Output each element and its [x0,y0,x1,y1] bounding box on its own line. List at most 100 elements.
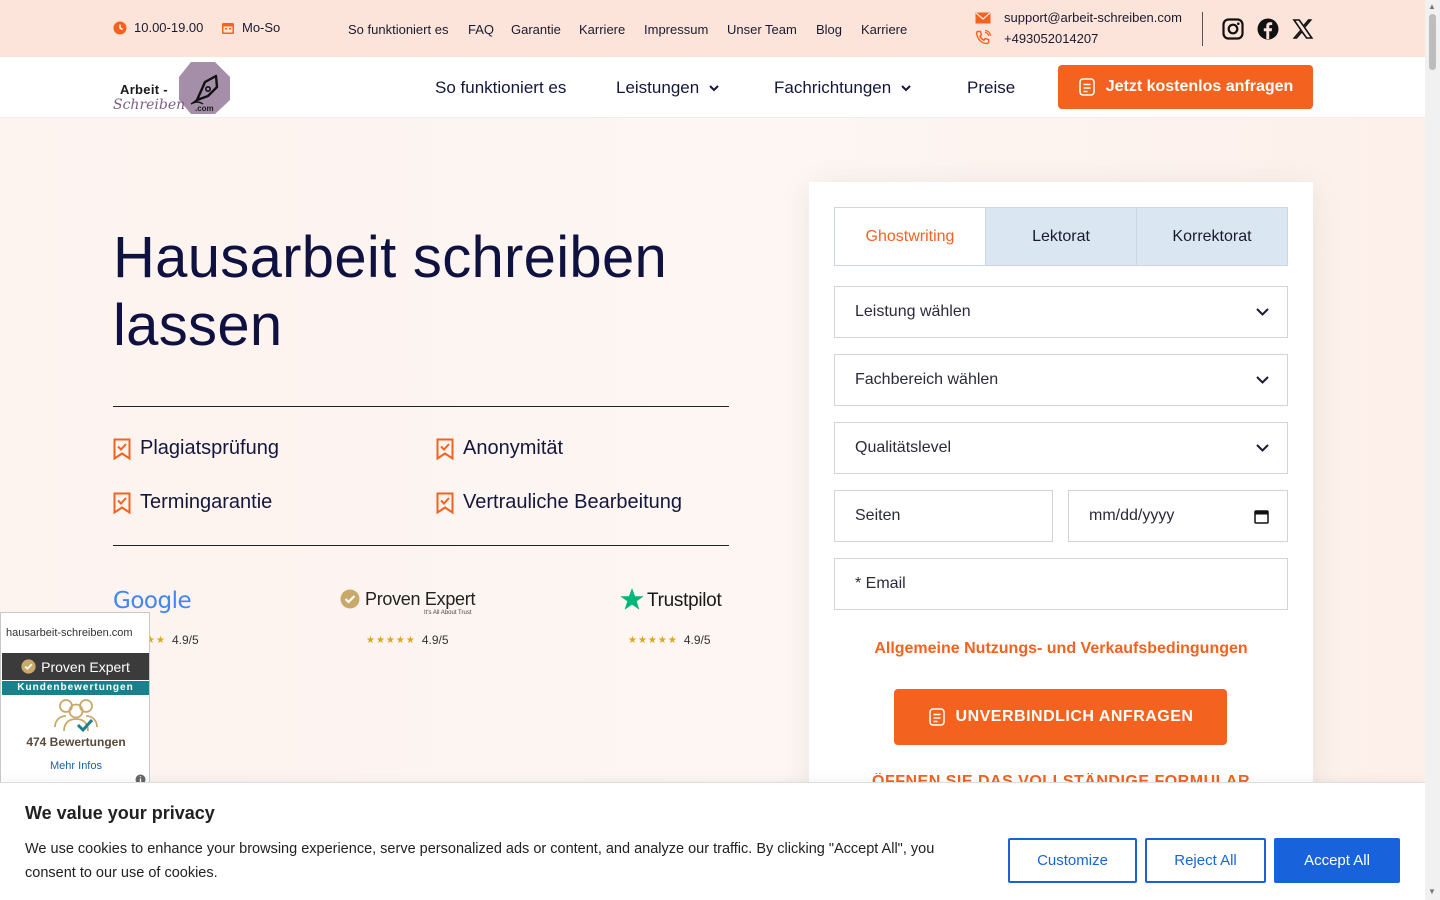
request-free-button[interactable]: Jetzt kostenlos anfragen [1058,65,1313,109]
quality-select-value: Qualitätslevel [855,439,952,456]
widget-strip: Kundenbewertungen [2,681,149,695]
tab-korrektorat[interactable]: Korrektorat [1136,208,1287,265]
topbar-link-guarantee[interactable]: Garantie [511,22,561,37]
star-icons: ★★★★★ [366,634,416,646]
cookie-customize-button[interactable]: Customize [1008,838,1137,883]
tab-ghostwriting[interactable]: Ghostwriting [835,208,985,265]
site-logo[interactable]: Arbeit - Schreiben .com [113,60,231,114]
cookie-reject-button[interactable]: Reject All [1145,838,1266,883]
provenexpert-widget[interactable]: hausarbeit-schreiben.com Proven Expert K… [0,612,151,785]
subject-select[interactable]: Fachbereich wählen [834,354,1288,406]
nav-link-services[interactable]: Leistungen [616,78,719,98]
feature-label: Plagiatsprüfung [140,437,279,459]
mail-icon [975,12,991,23]
cookie-accept-button[interactable]: Accept All [1274,838,1400,883]
google-logo[interactable]: Google [113,588,192,614]
divider-top [113,406,729,407]
days-text: Mo-So [242,20,281,35]
scroll-down-arrow-icon[interactable]: ▼ [1428,887,1436,896]
submit-request-button[interactable]: UNVERBINDLICH ANFRAGEN [894,689,1227,745]
feature-anonymity: Anonymität [436,437,563,460]
terms-link[interactable]: Allgemeine Nutzungs- und Verkaufsbedingu… [834,640,1288,658]
chevron-down-icon [709,84,719,91]
trustpilot-star-icon [620,588,644,610]
chevron-down-icon [901,84,911,91]
topbar-link-faq[interactable]: FAQ [468,22,494,37]
phone-icon [975,30,991,45]
pages-input[interactable]: Seiten [834,490,1053,542]
calendar-icon [222,22,234,34]
calendar-icon[interactable] [1254,509,1269,524]
topbar-link-career[interactable]: Karriere [579,22,625,37]
provenexpert-logo[interactable]: Proven Expert It's All About Trust [340,588,490,620]
opening-hours: 10.00-19.00 [113,20,203,35]
check-badge-icon [21,659,36,674]
page-title: Hausarbeit schreiben lassen [113,225,668,358]
trustpilot-brand: Trustpilot [647,590,722,611]
topbar-link-blog[interactable]: Blog [816,22,842,37]
contact-email[interactable]: support@arbeit-schreiben.com [975,10,1182,25]
feature-label: Anonymität [463,437,564,459]
feature-deadline-guarantee: Termingarantie [113,491,272,514]
service-select[interactable]: Leistung wählen [834,286,1288,338]
nav-label-subjects: Fachrichtungen [774,78,892,97]
deadline-date-input[interactable]: mm/dd/yyyy [1068,490,1288,542]
bookmark-check-icon [113,438,131,460]
logo-line2: Schreiben [113,97,186,113]
star-icons: ★★★★★ [628,634,678,646]
rating-score: 4.9/5 [421,633,449,647]
request-free-label: Jetzt kostenlos anfragen [1105,78,1294,95]
email-placeholder: * Email [855,575,906,592]
cookie-title: We value your privacy [25,803,215,823]
nav-link-how-it-works[interactable]: So funktioniert es [435,78,566,98]
cookie-consent-banner: We value your privacy We use cookies to … [0,782,1425,900]
scroll-up-arrow-icon[interactable]: ▲ [1428,2,1436,11]
bookmark-check-icon [113,492,131,514]
date-placeholder: mm/dd/yyyy [1089,507,1175,524]
topbar-link-imprint[interactable]: Impressum [644,22,708,37]
trustpilot-logo[interactable]: Trustpilot [620,587,732,615]
widget-review-count: 474 Bewertungen [26,735,126,749]
quality-select[interactable]: Qualitätslevel [834,422,1288,474]
document-icon [1078,78,1095,96]
people-icon [54,699,98,733]
cookie-text: We use cookies to enhance your browsing … [25,841,935,881]
opening-days: Mo-So [221,20,280,35]
feature-label: Vertrauliche Bearbeitung [463,491,683,513]
rating-score: 4.9/5 [171,633,199,647]
email-text: support@arbeit-schreiben.com [1004,10,1182,25]
topbar-link-team[interactable]: Unser Team [727,22,797,37]
clock-icon [113,21,127,34]
feature-plagiarism-check: Plagiatsprüfung [113,437,279,460]
bookmark-check-icon [436,438,454,460]
contact-phone[interactable]: +493052014207 [975,30,1098,46]
divider-bottom [113,545,729,546]
check-badge-icon [340,589,360,609]
widget-domain: hausarbeit-schreiben.com [6,627,133,639]
feature-label: Termingarantie [140,491,273,513]
pages-placeholder: Seiten [855,507,901,524]
trustpilot-rating: ★★★★★ 4.9/5 [628,633,711,647]
tab-lektorat[interactable]: Lektorat [985,208,1136,265]
topbar-link-how-it-works[interactable]: So funktioniert es [348,22,448,37]
widget-more-info-link[interactable]: Mehr Infos [1,760,151,772]
logo-suffix: .com [195,104,214,113]
x-twitter-icon[interactable] [1292,18,1314,40]
scrollbar-thumb[interactable] [1429,14,1436,70]
chevron-down-icon [1256,308,1269,316]
email-input[interactable]: * Email [834,558,1288,610]
provenexpert-rating: ★★★★★ 4.9/5 [366,633,449,647]
page-scrollbar[interactable] [1425,0,1440,900]
topbar-link-career-2[interactable]: Karriere [861,22,907,37]
hours-text: 10.00-19.00 [134,20,204,35]
subject-select-value: Fachbereich wählen [855,371,999,388]
nav-link-subjects[interactable]: Fachrichtungen [774,78,911,98]
logo-line1: Arbeit - [120,82,168,97]
widget-brand-bar: Proven Expert [2,653,149,680]
instagram-icon[interactable] [1222,18,1244,40]
facebook-icon[interactable] [1257,18,1279,40]
nav-link-prices[interactable]: Preise [967,78,1015,98]
nav-label-services: Leistungen [616,78,700,97]
provenexpert-brand: Proven Expert [365,589,476,609]
topbar-divider [1202,12,1203,46]
